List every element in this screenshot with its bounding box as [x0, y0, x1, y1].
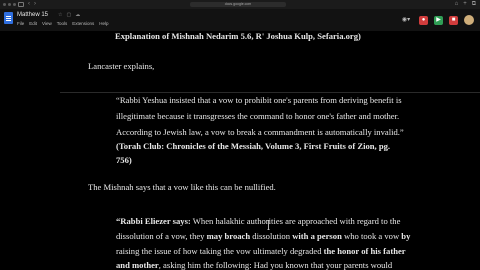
text-span: dissolution	[250, 231, 293, 241]
maximize-window-button[interactable]	[13, 3, 16, 6]
menu-view[interactable]: View	[42, 21, 52, 27]
menu-bar: File Edit View Tools Extensions Help	[17, 21, 109, 27]
bold-span: by	[401, 231, 411, 241]
paragraph-line: “Rabbi Eliezer says: When halakhic autho…	[116, 216, 400, 226]
bold-span: and mother	[116, 260, 159, 270]
text-span: raising the issue of how taking the vow …	[116, 246, 324, 256]
mishnah-statement: The Mishnah says that a vow like this ca…	[88, 182, 276, 192]
star-icon[interactable]: ☆	[58, 12, 62, 19]
document-canvas[interactable]: Explanation of Mishnah Nedarim 5.6, R' J…	[0, 31, 480, 270]
cloud-status-icon[interactable]: ☁	[75, 12, 80, 19]
text-cursor-icon	[267, 220, 270, 230]
record-icon[interactable]: ●	[419, 15, 428, 25]
text-span: When halakhic authorities are approached…	[190, 216, 401, 226]
address-bar[interactable]: docs.google.com	[190, 2, 286, 7]
source-citation-line: Explanation of Mishnah Nedarim 5.6, R' J…	[115, 31, 361, 41]
page-break	[60, 92, 480, 93]
paragraph-line: and mother, asking him the following: Ha…	[116, 260, 392, 270]
bold-span: with a person	[292, 231, 342, 241]
move-icon[interactable]: ▢	[66, 12, 71, 19]
browser-toolbar: ‹ › docs.google.com ⌂ + ⧉	[0, 0, 480, 9]
meet-icon[interactable]: ▶	[434, 15, 443, 25]
sidebar-toggle-icon[interactable]	[18, 2, 24, 7]
profile-avatar[interactable]	[464, 15, 474, 25]
menu-file[interactable]: File	[17, 21, 24, 27]
tab-overview-icon[interactable]: ⧉	[472, 1, 476, 8]
browser-actions: ⌂ + ⧉	[455, 1, 476, 8]
chat-icon[interactable]: ■	[449, 15, 458, 25]
quote-line: illegitimate because it transgresses the…	[116, 111, 400, 121]
paragraph-line: raising the issue of how taking the vow …	[116, 246, 406, 256]
close-window-button[interactable]	[3, 3, 6, 6]
text-span: who took a vow	[341, 231, 402, 241]
docs-header: Matthew 15 ☆ ▢ ☁ File Edit View Tools Ex…	[0, 9, 480, 36]
text-span: , asking him the following: Had you know…	[158, 260, 393, 270]
menu-edit[interactable]: Edit	[29, 21, 37, 27]
text-span: dissolution of a vow, they	[116, 231, 207, 241]
share-icon[interactable]: ⌂	[455, 1, 459, 8]
back-icon[interactable]: ‹	[28, 1, 30, 8]
window-controls	[3, 3, 16, 6]
menu-extensions[interactable]: Extensions	[72, 21, 94, 27]
forward-icon[interactable]: ›	[34, 1, 36, 8]
citation-line: 756)	[116, 155, 132, 165]
citation-line: (Torah Club: Chronicles of the Messiah, …	[116, 141, 391, 151]
bold-span: the honor of his father	[323, 246, 406, 256]
lancaster-intro: Lancaster explains,	[88, 61, 155, 71]
title-actions: ☆ ▢ ☁	[58, 12, 80, 19]
menu-help[interactable]: Help	[99, 21, 108, 27]
quote-line: “Rabbi Yeshua insisted that a vow to pro…	[116, 95, 402, 105]
document-title[interactable]: Matthew 15	[17, 12, 48, 19]
visibility-icon[interactable]: ◉▾	[399, 16, 413, 25]
new-tab-icon[interactable]: +	[463, 1, 467, 8]
paragraph-line: dissolution of a vow, they may broach di…	[116, 231, 410, 241]
menu-tools[interactable]: Tools	[57, 21, 68, 27]
docs-logo-icon[interactable]	[4, 12, 13, 24]
speaker-label: “Rabbi Eliezer says:	[116, 216, 191, 226]
quote-line: According to Jewish law, a vow to break …	[116, 127, 404, 137]
minimize-window-button[interactable]	[8, 3, 11, 6]
header-actions: ◉▾ ● ▶ ■	[399, 15, 474, 25]
bold-span: may broach	[206, 231, 251, 241]
